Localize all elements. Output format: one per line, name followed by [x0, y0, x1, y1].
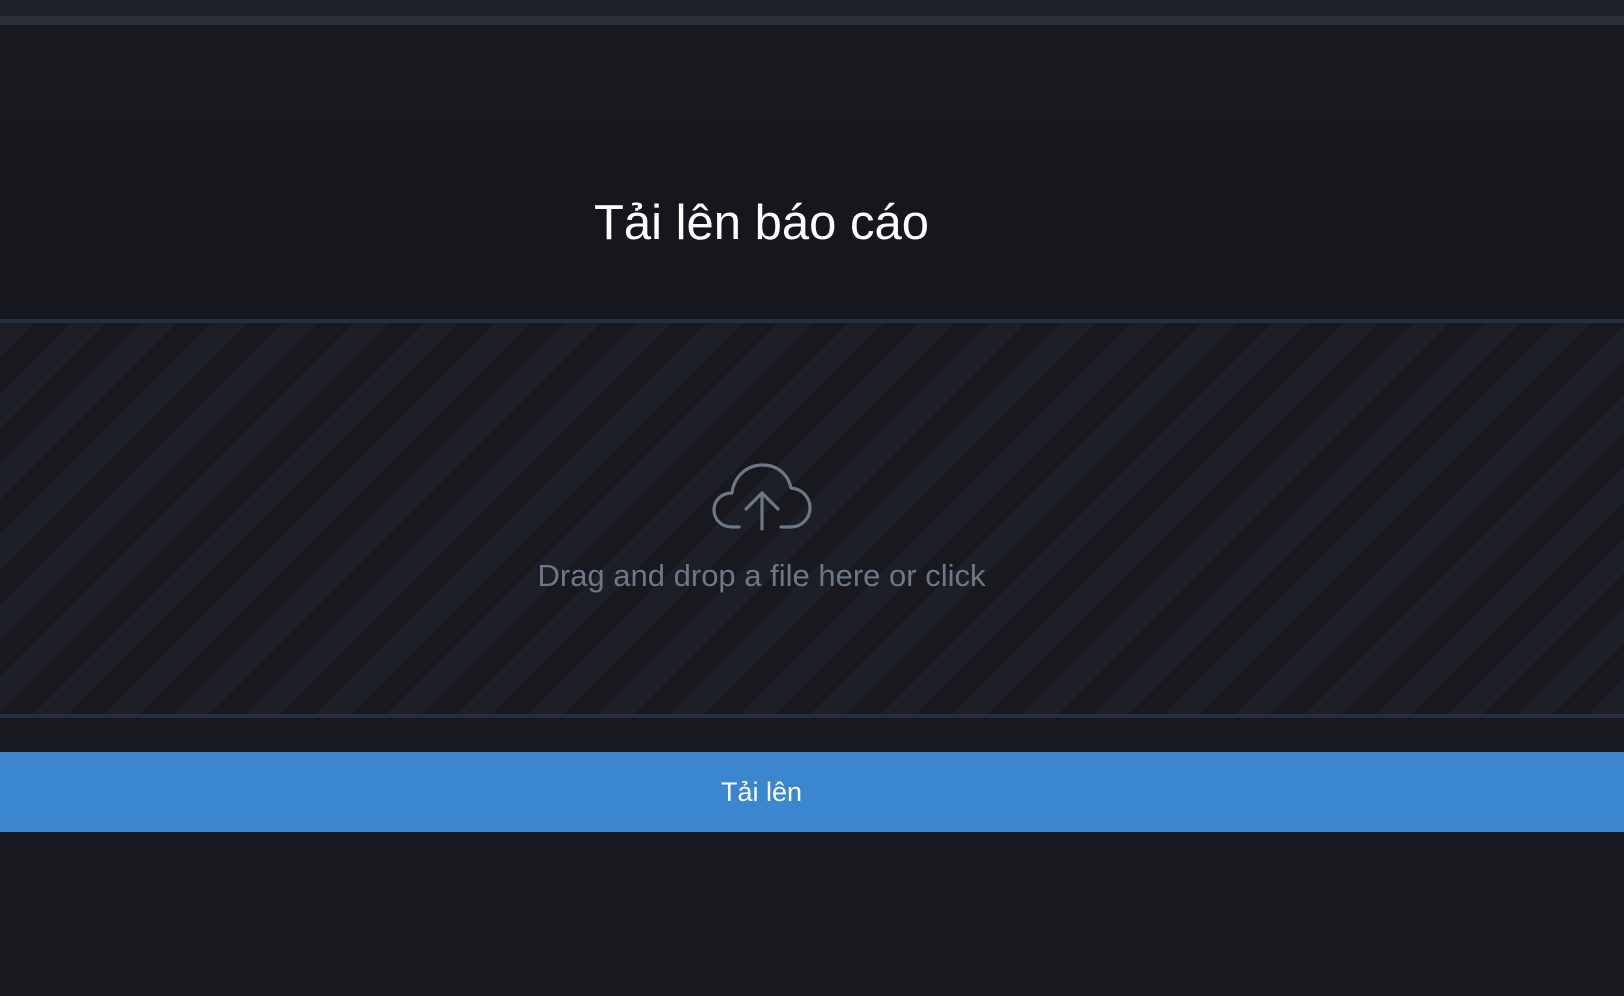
file-dropzone[interactable]: Drag and drop a file here or click: [0, 319, 1624, 718]
upload-button[interactable]: Tải lên: [0, 752, 1624, 832]
top-divider: [0, 16, 1624, 25]
upload-report-window: Tải lên báo cáo Drag and drop a file her…: [0, 0, 1624, 996]
top-bar: [0, 0, 1624, 16]
page-title: Tải lên báo cáo: [593, 196, 930, 250]
dropzone-instruction: Drag and drop a file here or click: [537, 558, 986, 593]
cloud-upload-icon: [712, 463, 812, 531]
header-area: [0, 25, 1624, 122]
